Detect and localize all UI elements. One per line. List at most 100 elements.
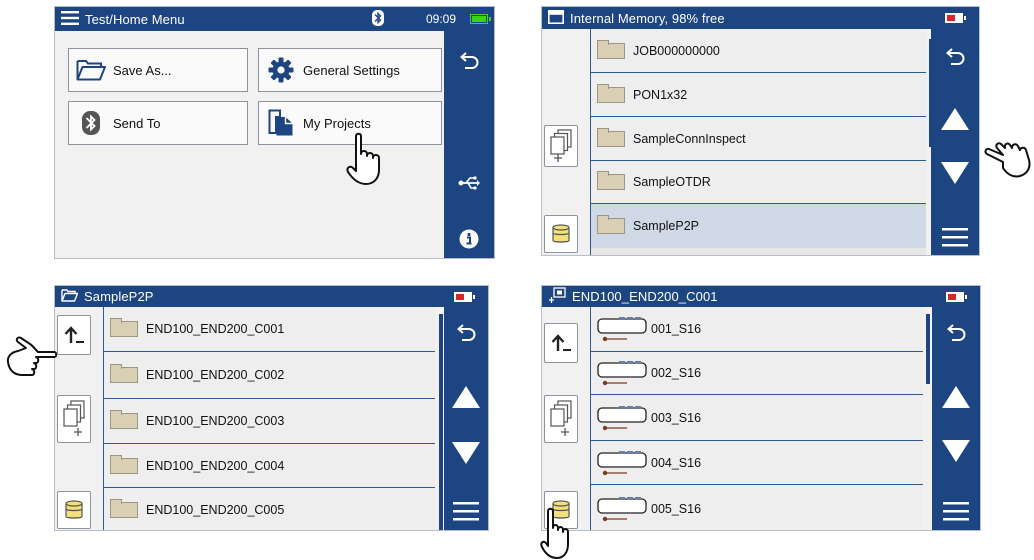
menu-icon: [453, 502, 479, 521]
folder-name: END100_END200_C001: [146, 322, 285, 336]
back-button[interactable]: [932, 313, 980, 353]
copy-add-button[interactable]: [57, 395, 91, 443]
scroll-up-button[interactable]: [931, 99, 979, 139]
test-name: 004_S16: [651, 455, 702, 470]
up-level-button[interactable]: [544, 323, 578, 363]
back-button[interactable]: [444, 313, 488, 353]
p2p-test-icon: [597, 405, 647, 430]
title-bar: Internal Memory, 98% free: [542, 7, 979, 29]
arrow-up-icon: [452, 386, 480, 408]
scroll-down-button[interactable]: [444, 433, 488, 473]
list-item[interactable]: JOB000000000: [591, 29, 926, 73]
list-item[interactable]: 005_S16: [591, 485, 923, 530]
list-item[interactable]: SampleOTDR: [591, 161, 926, 204]
send-to-label: Send To: [113, 115, 161, 131]
folder-name: SampleP2P: [633, 219, 700, 233]
list-item[interactable]: END100_END200_C002: [104, 352, 435, 399]
scroll-up-button[interactable]: [444, 377, 488, 417]
scroll-up-button[interactable]: [932, 377, 980, 417]
p2p-test-icon: [597, 361, 647, 386]
window-title: END100_END200_C001: [572, 289, 718, 304]
folder-icon: [110, 454, 138, 474]
arrow-up-icon: [941, 108, 969, 130]
list-item[interactable]: 003_S16: [591, 395, 923, 441]
list-item[interactable]: END100_END200_C001: [104, 307, 435, 352]
list-item[interactable]: 002_S16: [591, 352, 923, 395]
p2p-test-icon: [597, 496, 647, 521]
send-to-button[interactable]: Send To: [68, 101, 248, 145]
battery-icon: [470, 14, 491, 24]
folder-icon: [110, 410, 138, 429]
general-settings-button[interactable]: General Settings: [258, 48, 442, 92]
list-item[interactable]: END100_END200_C004: [104, 444, 435, 488]
side-toolbar: [932, 307, 980, 530]
side-toolbar: [444, 31, 494, 258]
storage-button[interactable]: [544, 215, 578, 253]
folder-name: END100_END200_C002: [146, 368, 285, 382]
scrollbar[interactable]: [926, 314, 930, 384]
test-name: 002_S16: [651, 366, 702, 380]
folder-open-icon: [61, 288, 79, 305]
folder-icon: [110, 318, 138, 337]
bluetooth-icon: [69, 111, 113, 135]
copy-add-icon: [63, 400, 85, 436]
scroll-down-button[interactable]: [932, 431, 980, 471]
copy-add-button[interactable]: [544, 125, 578, 167]
test-name: 003_S16: [651, 410, 702, 425]
battery-icon: [945, 13, 966, 23]
folder-name: SampleConnInspect: [633, 131, 746, 146]
storage-icon: [552, 224, 570, 243]
info-button[interactable]: [444, 219, 494, 258]
side-toolbar: [444, 307, 488, 530]
test-list: 001_S16 002_S16 003_S16 004_S16 005_S16: [590, 307, 923, 530]
folder-open-icon: [69, 59, 113, 81]
window-title: Test/Home Menu: [85, 11, 185, 27]
list-item[interactable]: SampleConnInspect: [591, 117, 926, 161]
folder-icon: [597, 127, 625, 147]
menu-icon[interactable]: [61, 10, 79, 28]
list-item-selected[interactable]: SampleP2P: [591, 204, 926, 248]
folder-icon: [110, 364, 138, 383]
title-bar: Test/Home Menu 09:09: [55, 7, 494, 31]
up-level-icon: [64, 326, 84, 343]
copy-add-icon: [550, 129, 572, 162]
clock: 09:09: [425, 12, 456, 26]
storage-button[interactable]: [57, 491, 91, 529]
hand-pointer-icon: [6, 336, 58, 376]
folder-icon: [597, 171, 625, 190]
storage-icon: [65, 500, 83, 519]
folder-icon: [110, 499, 138, 518]
back-icon: [946, 324, 966, 341]
menu-button[interactable]: [932, 491, 980, 530]
usb-icon: [458, 176, 480, 190]
menu-button[interactable]: [444, 491, 488, 530]
back-button[interactable]: [931, 37, 979, 77]
list-item[interactable]: 001_S16: [591, 307, 923, 352]
folder-name: END100_END200_C003: [146, 414, 285, 428]
menu-button[interactable]: [931, 217, 979, 255]
internal-memory-panel: Internal Memory, 98% free JOB000000000 P…: [541, 6, 980, 256]
list-item[interactable]: END100_END200_C003: [104, 399, 435, 444]
sample-p2p-panel: SampleP2P END100_END200_C001 END100_END2…: [54, 285, 489, 531]
test-name: 001_S16: [651, 322, 702, 336]
my-projects-label: My Projects: [303, 115, 371, 131]
list-item[interactable]: 004_S16: [591, 441, 923, 485]
scroll-down-button[interactable]: [931, 153, 979, 193]
back-button[interactable]: [444, 41, 494, 81]
folder-icon: [597, 215, 625, 234]
memory-icon: [548, 9, 564, 27]
save-as-button[interactable]: Save As...: [68, 48, 248, 92]
up-level-button[interactable]: [57, 315, 91, 355]
copy-add-button[interactable]: [544, 395, 578, 443]
usb-button[interactable]: [444, 163, 494, 203]
p2p-test-icon: [597, 450, 647, 475]
general-settings-label: General Settings: [303, 62, 400, 78]
menu-icon: [942, 228, 968, 247]
battery-icon: [454, 291, 475, 302]
scrollbar[interactable]: [439, 314, 443, 530]
list-item[interactable]: PON1x32: [591, 73, 926, 117]
back-icon: [456, 324, 476, 341]
list-item[interactable]: END100_END200_C005: [104, 488, 435, 530]
left-toolbar: [542, 29, 584, 255]
folder-list: JOB000000000 PON1x32 SampleConnInspect S…: [590, 29, 926, 255]
